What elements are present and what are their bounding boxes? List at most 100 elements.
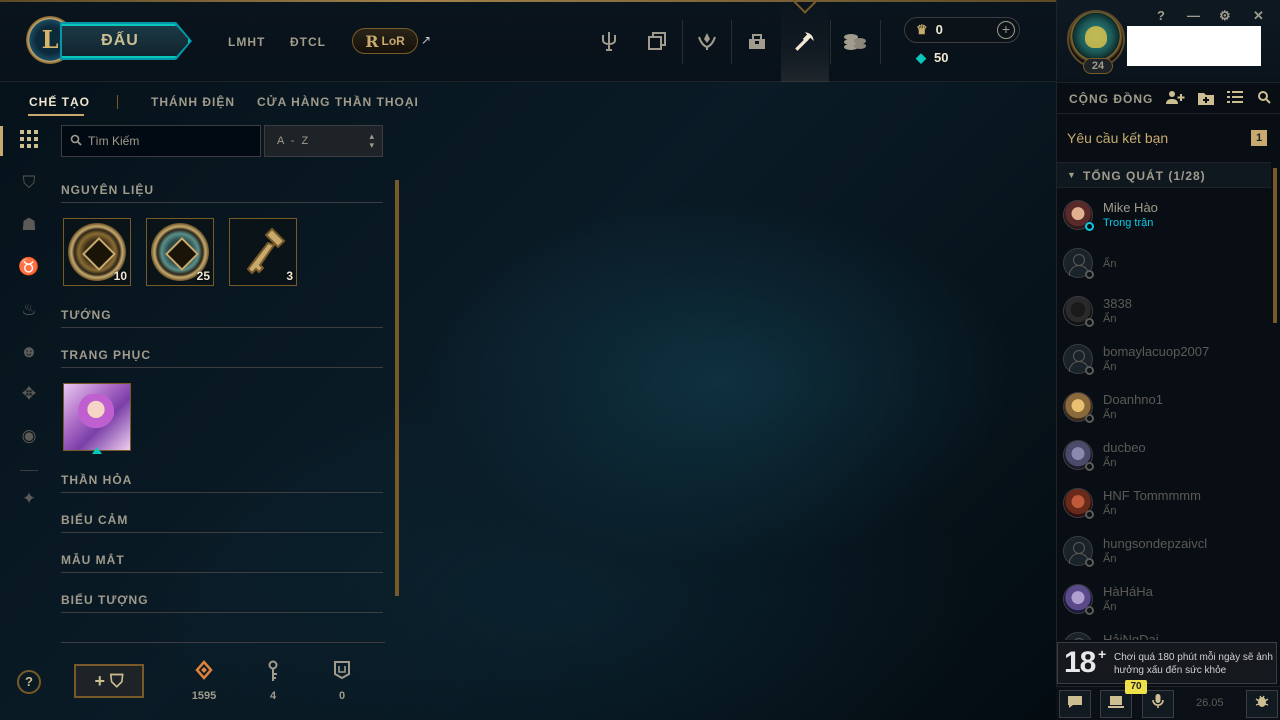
age-rating: 18 (1064, 646, 1096, 679)
add-friend-icon[interactable] (1165, 90, 1185, 109)
loot-tile-chest[interactable]: 10 (63, 218, 131, 286)
tab-sanctum[interactable]: THÁNH ĐIỆN (151, 95, 235, 109)
chest-filter-icon[interactable]: ⛉ (18, 172, 40, 194)
ward-filter-icon[interactable]: ♨ (18, 299, 40, 321)
nav-lmht[interactable]: LMHT (228, 35, 265, 49)
chat-icon[interactable] (1059, 690, 1091, 718)
store-icon[interactable] (831, 0, 879, 82)
trident-icon[interactable] (585, 0, 633, 82)
list-item[interactable]: Ẩn (1057, 238, 1271, 286)
blue-essence-balance: ◆ 50 (916, 50, 949, 65)
status-dot (1085, 318, 1094, 327)
category-materials[interactable]: NGUYÊN LIỆU (61, 183, 154, 197)
list-item[interactable]: HNF Tommmmm Ẩn (1057, 478, 1271, 526)
tft-filter-icon[interactable]: ✦ (18, 488, 40, 510)
friend-name: bomaylacuop2007 (1103, 344, 1210, 359)
sort-value: A - Z (277, 135, 311, 147)
chest-stat: 0 (322, 660, 362, 702)
client-version: 26.05 (1196, 697, 1224, 709)
list-item[interactable]: HảiNgDai (1057, 622, 1271, 640)
category-divider (61, 532, 383, 533)
tile-quantity: 3 (286, 269, 293, 283)
category-champions[interactable]: TƯỚNG (61, 308, 112, 322)
collection-icon[interactable] (633, 0, 681, 82)
status-dot (1085, 558, 1094, 567)
gear-icon[interactable]: ⚙ (1219, 8, 1231, 24)
eye-filter-icon[interactable]: ✥ (18, 383, 40, 405)
status-dot (1085, 510, 1094, 519)
friend-name: Doanhno1 (1103, 392, 1163, 407)
key-fragment-icon (253, 660, 293, 684)
emote-filter-icon[interactable]: ☻ (18, 341, 40, 363)
list-item[interactable]: 3838 Ẩn (1057, 286, 1271, 334)
status-dot (1085, 606, 1094, 615)
nav-dtcl[interactable]: ĐTCL (290, 35, 326, 49)
category-eyes[interactable]: MẪU MẮT (61, 553, 125, 567)
list-item[interactable]: hungsondepzaivcl Ẩn (1057, 526, 1271, 574)
nav-separator (880, 20, 881, 64)
category-divider (61, 327, 383, 328)
chevron-down-icon: ▼ (1067, 170, 1076, 180)
profile-icon-filter-icon[interactable]: ◉ (18, 425, 40, 447)
status-dot (1085, 222, 1094, 231)
friend-group-header[interactable]: ▼ TỔNG QUÁT (1/28) (1057, 162, 1271, 188)
side-separator (20, 470, 38, 471)
category-divider (61, 612, 383, 613)
list-item[interactable]: bomaylacuop2007 Ẩn (1057, 334, 1271, 382)
add-chest-button[interactable]: + ⛉ (74, 664, 144, 698)
friend-status: Ẩn (1103, 553, 1117, 565)
friend-status: Ẩn (1103, 457, 1117, 469)
friend-status: Ẩn (1103, 601, 1117, 613)
category-icons[interactable]: BIỂU TƯỢNG (61, 593, 149, 607)
level-badge: 24 (1083, 58, 1113, 74)
bug-report-icon[interactable] (1246, 690, 1278, 718)
microphone-icon[interactable] (1142, 690, 1174, 718)
category-divider (61, 202, 383, 203)
sort-select[interactable]: A - Z ▴ ▾ (264, 125, 383, 157)
list-view-icon[interactable] (1227, 90, 1243, 107)
search-icon[interactable] (1257, 90, 1271, 107)
age-rating-notice: 18 + Chơi quá 180 phút mỗi ngày sẽ ảnh h… (1057, 642, 1277, 684)
loot-scrollbar[interactable] (395, 180, 399, 596)
inventory-icon[interactable] (733, 0, 781, 82)
friend-requests[interactable]: Yêu cầu kết bạn 1 (1057, 118, 1280, 156)
buy-rp-button[interactable]: + (997, 21, 1015, 39)
search-input[interactable] (88, 133, 256, 149)
rewards-icon[interactable] (683, 0, 731, 82)
category-emotes[interactable]: BIỂU CẢM (61, 513, 128, 527)
category-divider (61, 367, 383, 368)
play-button[interactable]: ĐẤU (62, 24, 190, 58)
list-item[interactable]: Doanhno1 Ẩn (1057, 382, 1271, 430)
champion-filter-icon[interactable]: ☗ (18, 214, 40, 236)
lor-button[interactable]: R LoR (352, 28, 418, 54)
sort-arrows-icon: ▴ ▾ (369, 131, 374, 150)
friend-status: Ẩn (1103, 361, 1117, 373)
friend-list-scrollbar[interactable] (1273, 168, 1277, 323)
missions-icon[interactable] (1100, 690, 1132, 718)
loot-tile-key[interactable]: 3 (229, 218, 297, 286)
close-icon[interactable]: ✕ (1253, 8, 1264, 24)
loot-tile-skin[interactable] (63, 383, 131, 451)
skin-filter-icon[interactable]: ♉ (18, 256, 40, 278)
category-skins[interactable]: TRANG PHỤC (61, 348, 151, 362)
tab-active-indicator (28, 114, 84, 116)
friend-name: HàHáHa (1103, 584, 1153, 599)
help-icon[interactable]: ? (1157, 8, 1165, 23)
tab-crafting[interactable]: CHẾ TẠO (29, 95, 90, 109)
add-folder-icon[interactable] (1197, 90, 1215, 109)
list-item[interactable]: HàHáHa Ẩn (1057, 574, 1271, 622)
grid-icon[interactable] (18, 130, 40, 152)
blue-essence-icon: ◆ (916, 50, 926, 65)
category-wards[interactable]: THẦN HỎA (61, 473, 132, 487)
friend-group-label: TỔNG QUÁT (1/28) (1083, 169, 1206, 183)
friend-requests-count: 1 (1251, 130, 1267, 146)
friend-status: Ẩn (1103, 505, 1117, 517)
summoner-name-redacted (1127, 26, 1261, 66)
list-item[interactable]: ducbeo Ẩn (1057, 430, 1271, 478)
minimize-icon[interactable]: — (1187, 8, 1200, 23)
list-item[interactable]: Mike Hào Trong trận (1057, 190, 1271, 238)
help-button[interactable]: ? (17, 670, 41, 694)
status-dot (1085, 366, 1094, 375)
tab-mythic-shop[interactable]: CỬA HÀNG THẦN THOẠI (257, 95, 419, 109)
loot-tile-masterwork-chest[interactable]: 25 (146, 218, 214, 286)
